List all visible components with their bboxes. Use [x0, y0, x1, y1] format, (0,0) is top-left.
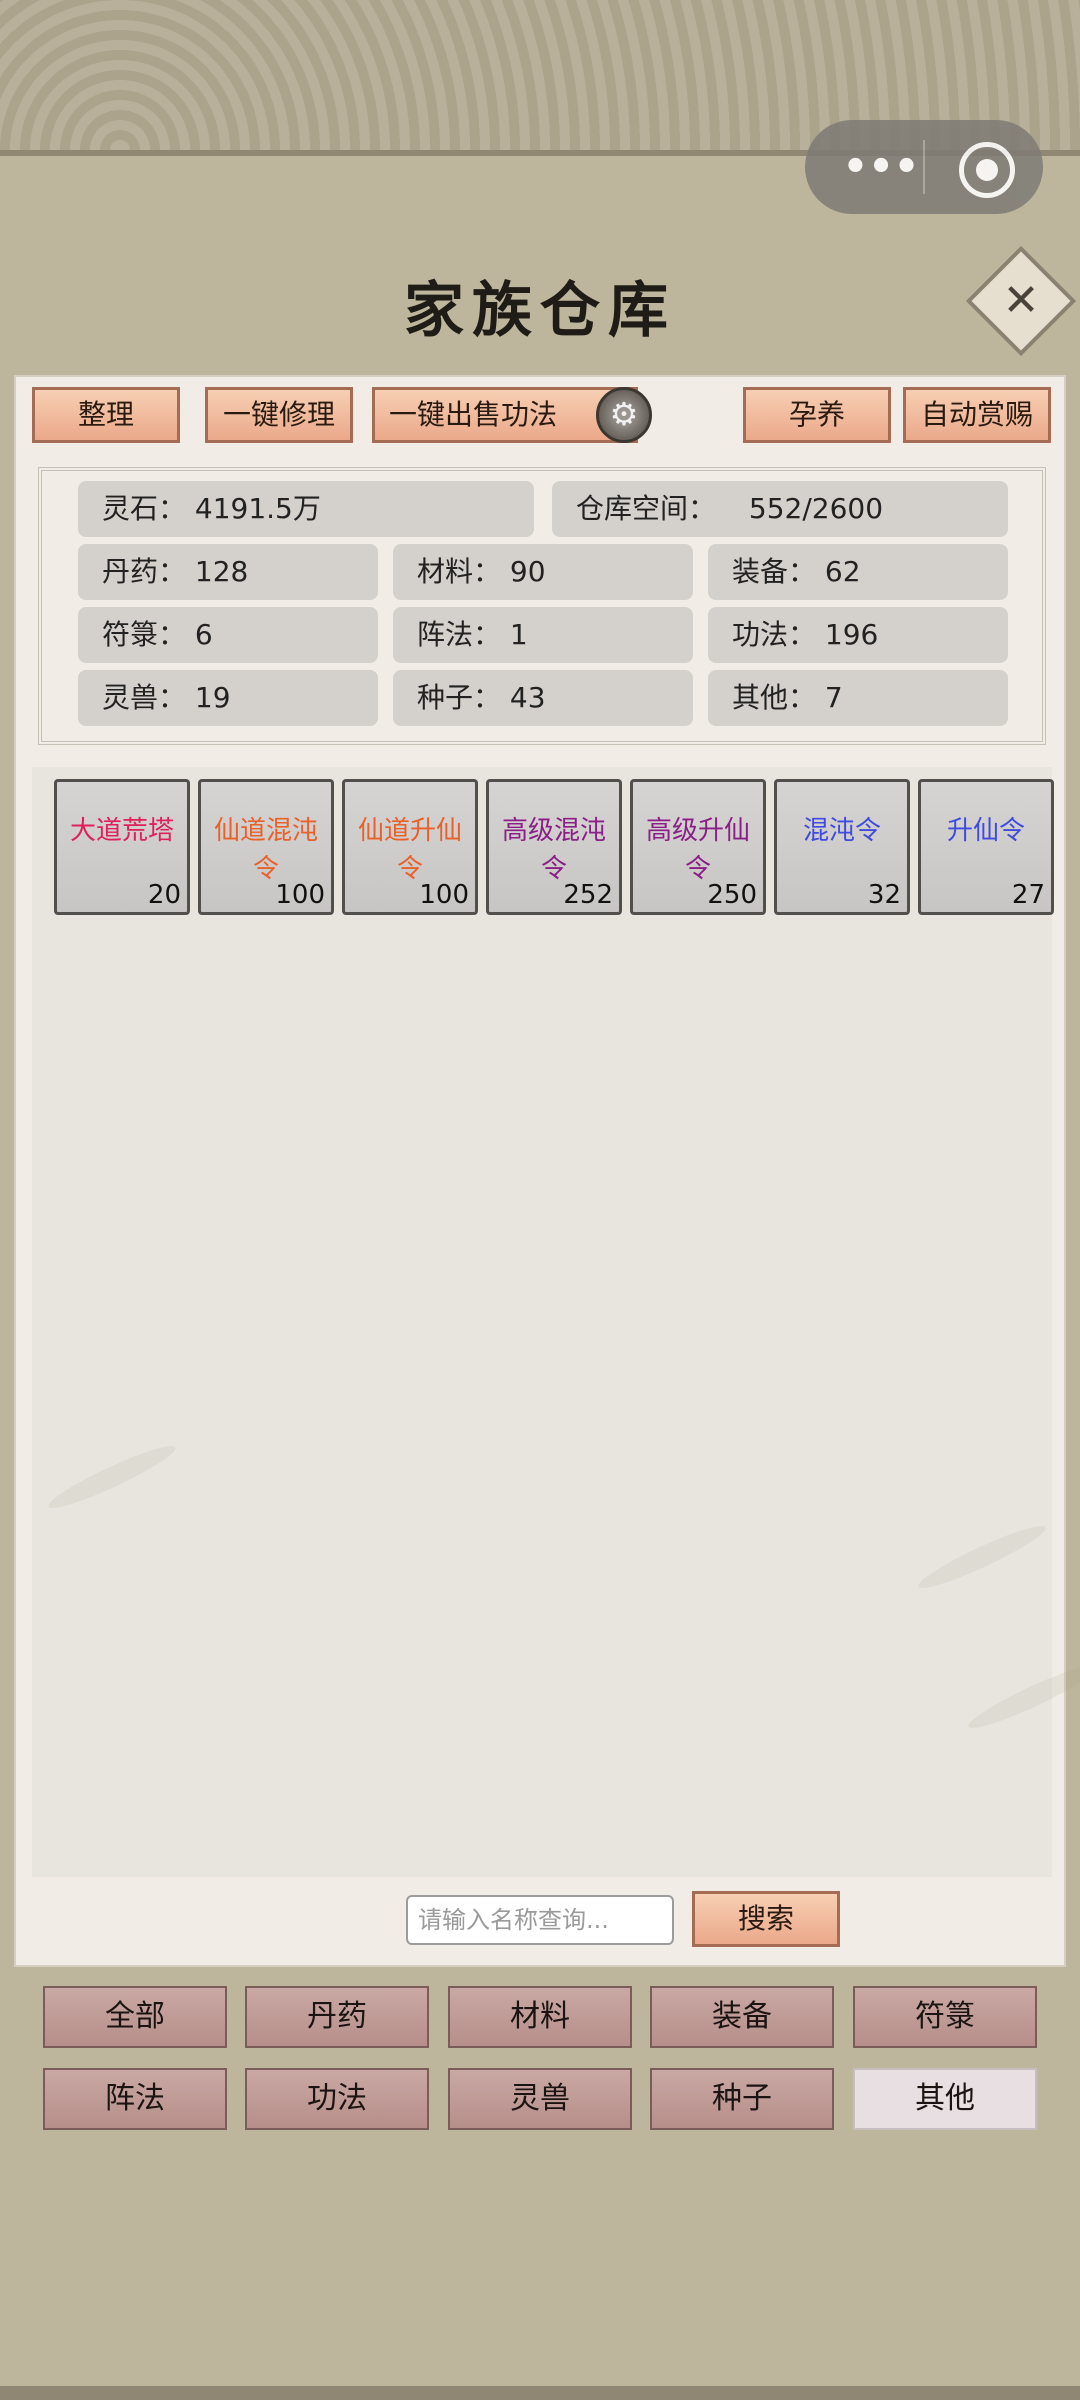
mini-program-capsule: ••• — [805, 120, 1043, 214]
item-quantity: 32 — [867, 880, 901, 910]
tab-pills[interactable]: 丹药 — [245, 1986, 429, 2048]
item-slot[interactable]: 高级升仙令 250 — [630, 779, 766, 915]
item-slot[interactable]: 大道荒塔 20 — [54, 779, 190, 915]
item-quantity: 100 — [419, 880, 469, 910]
materials-stat: 材料： 90 — [393, 544, 693, 600]
warehouse-space-value: 552/2600 — [748, 492, 884, 525]
page-title: 家族仓库 — [404, 276, 676, 346]
tab-talismans[interactable]: 符箓 — [853, 1986, 1037, 2048]
tab-materials[interactable]: 材料 — [448, 1986, 632, 2048]
tab-seeds[interactable]: 种子 — [650, 2068, 834, 2130]
nurture-button[interactable]: 孕养 — [743, 387, 891, 443]
tab-formations[interactable]: 阵法 — [43, 2068, 227, 2130]
item-name: 高级升仙令 — [645, 816, 750, 884]
tab-equipment[interactable]: 装备 — [650, 1986, 834, 2048]
stats-box: 灵石： 4191.5万 仓库空间： 552/2600 丹药： 128 材料： 9… — [38, 467, 1046, 745]
spirit-stones-stat: 灵石： 4191.5万 — [78, 481, 534, 537]
warehouse-space-label: 仓库空间： — [576, 492, 717, 525]
item-name: 仙道混沌令 — [213, 816, 318, 884]
tab-all[interactable]: 全部 — [43, 1986, 227, 2048]
close-miniprogram-icon[interactable] — [959, 142, 1015, 198]
auto-reward-button[interactable]: 自动赏赐 — [903, 387, 1051, 443]
sell-skills-label: 一键出售功法 — [389, 398, 558, 431]
item-name: 混沌令 — [802, 816, 881, 846]
bamboo-decoration — [964, 1658, 1080, 1736]
pills-stat: 丹药： 128 — [78, 544, 378, 600]
others-stat: 其他： 7 — [708, 670, 1008, 726]
capsule-divider — [923, 140, 925, 194]
item-grid: 大道荒塔 20 仙道混沌令 100 仙道升仙令 100 高级混沌令 252 高级… — [32, 767, 1080, 1877]
item-quantity: 250 — [707, 880, 757, 910]
talismans-stat: 符箓： 6 — [78, 607, 378, 663]
item-name: 高级混沌令 — [501, 816, 606, 884]
tab-spirit-beasts[interactable]: 灵兽 — [448, 2068, 632, 2130]
equipment-stat: 装备： 62 — [708, 544, 1008, 600]
organize-button[interactable]: 整理 — [32, 387, 180, 443]
item-slot[interactable]: 混沌令 32 — [774, 779, 910, 915]
skills-stat: 功法： 196 — [708, 607, 1008, 663]
footer-decoration — [0, 2386, 1080, 2400]
item-quantity: 100 — [275, 880, 325, 910]
item-quantity: 252 — [563, 880, 613, 910]
item-quantity: 20 — [147, 880, 181, 910]
item-slot[interactable]: 高级混沌令 252 — [486, 779, 622, 915]
formations-stat: 阵法： 1 — [393, 607, 693, 663]
close-icon: ✕ — [1002, 275, 1040, 326]
item-name: 大道荒塔 — [69, 816, 174, 846]
bamboo-decoration — [44, 1438, 180, 1516]
item-slot[interactable]: 仙道升仙令 100 — [342, 779, 478, 915]
item-name: 仙道升仙令 — [357, 816, 462, 884]
item-slot[interactable]: 仙道混沌令 100 — [198, 779, 334, 915]
repair-all-button[interactable]: 一键修理 — [205, 387, 353, 443]
tab-others[interactable]: 其他 — [853, 2068, 1037, 2130]
item-slot[interactable]: 升仙令 27 — [918, 779, 1054, 915]
item-name: 升仙令 — [946, 816, 1025, 846]
gear-icon[interactable]: ⚙ — [596, 387, 652, 443]
item-quantity: 27 — [1011, 880, 1045, 910]
more-options-icon[interactable]: ••• — [841, 147, 921, 187]
seeds-stat: 种子： 43 — [393, 670, 693, 726]
search-button[interactable]: 搜索 — [692, 1891, 840, 1947]
warehouse-space-stat: 仓库空间： 552/2600 — [552, 481, 1008, 537]
warehouse-panel: 整理 一键修理 一键出售功法 ⚙ 孕养 自动赏赐 灵石： 4191.5万 仓库空… — [14, 375, 1080, 1967]
bamboo-decoration — [914, 1518, 1050, 1596]
spirit-beasts-stat: 灵兽： 19 — [78, 670, 378, 726]
tab-skills[interactable]: 功法 — [245, 2068, 429, 2130]
search-input[interactable] — [406, 1895, 674, 1945]
